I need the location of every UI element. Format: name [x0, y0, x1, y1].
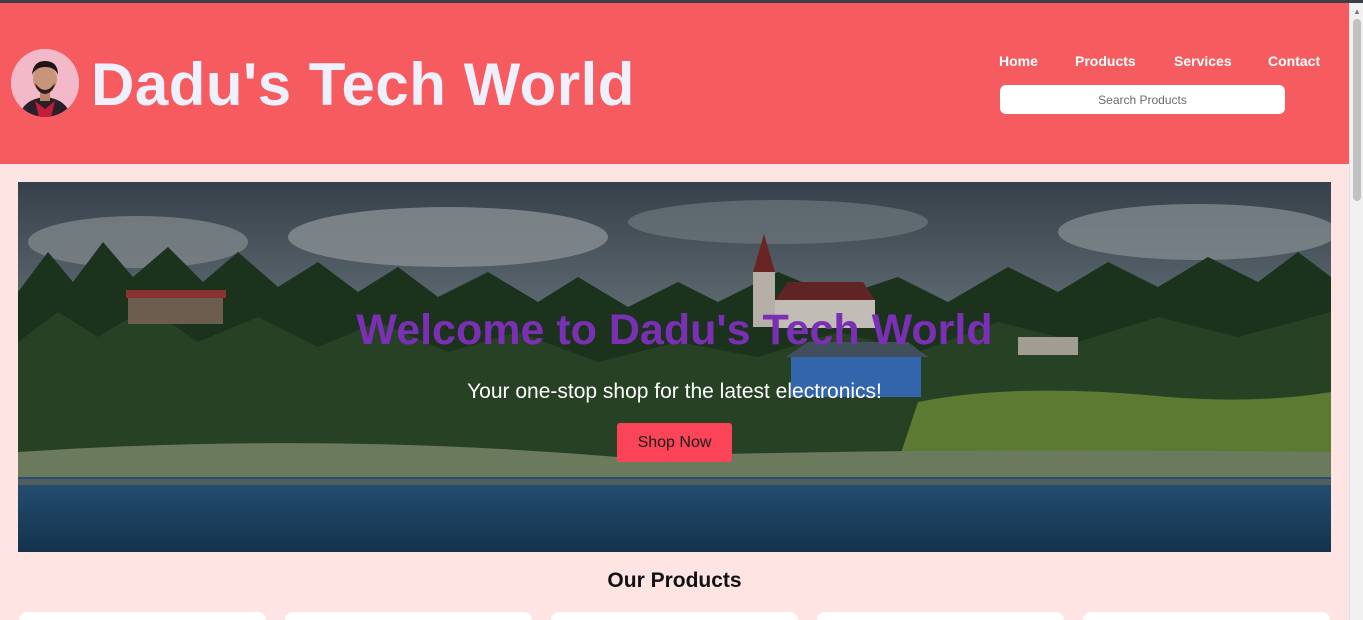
brand-title: Dadu's Tech World [91, 51, 635, 118]
nav-contact[interactable]: Contact [1268, 53, 1320, 69]
nav-products[interactable]: Products [1075, 53, 1136, 69]
avatar [11, 49, 79, 117]
site-header: Dadu's Tech World Home Products Services… [0, 3, 1349, 164]
search-input[interactable] [1000, 85, 1285, 114]
hero-subtitle: Your one-stop shop for the latest electr… [467, 380, 882, 403]
hero-landscape-image [18, 182, 1331, 552]
vertical-scrollbar[interactable]: ▲ [1349, 3, 1363, 620]
product-card[interactable] [19, 612, 266, 620]
product-card[interactable] [285, 612, 532, 620]
hero-title: Welcome to Dadu's Tech World [356, 306, 993, 354]
product-card[interactable] [817, 612, 1064, 620]
nav-home[interactable]: Home [999, 53, 1038, 69]
scroll-up-arrow-icon[interactable]: ▲ [1350, 5, 1363, 17]
main-nav: Home Products Services Contact [980, 53, 1340, 73]
scrollbar-thumb[interactable] [1353, 19, 1361, 201]
hero-banner: Welcome to Dadu's Tech World Your one-st… [18, 182, 1331, 552]
product-card[interactable] [1083, 612, 1330, 620]
products-section-title: Our Products [607, 569, 742, 592]
shop-now-button[interactable]: Shop Now [617, 423, 732, 462]
page: Dadu's Tech World Home Products Services… [0, 3, 1349, 620]
nav-services[interactable]: Services [1174, 53, 1232, 69]
product-card[interactable] [551, 612, 798, 620]
avatar-portrait-icon [11, 49, 79, 117]
